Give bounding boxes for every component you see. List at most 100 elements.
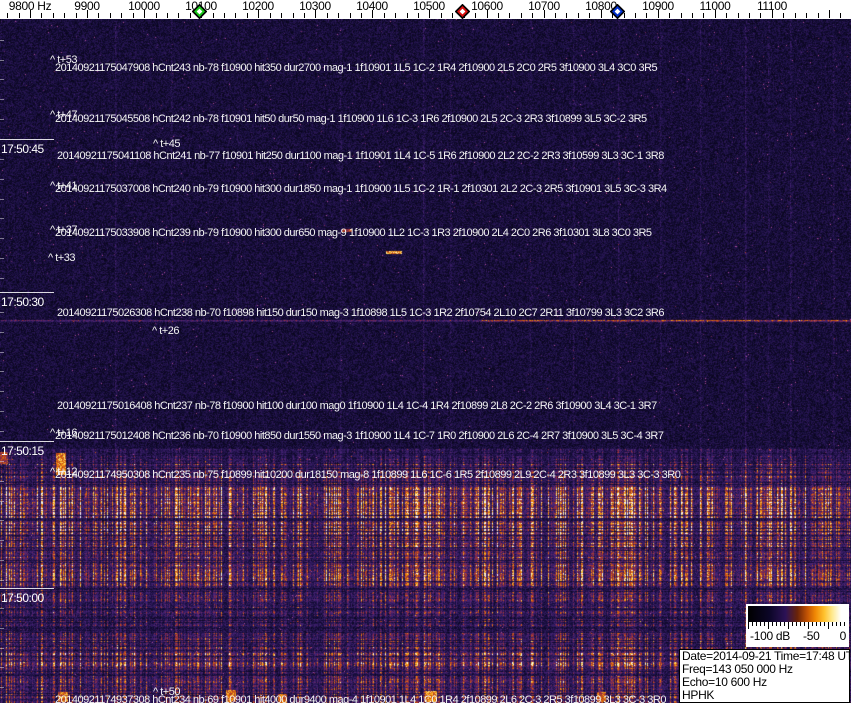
echo-log-line: 20140921174950308 hCnt235 nb-75 f10899 h…: [55, 469, 681, 481]
freq-tick: [395, 13, 396, 18]
db-tick: [800, 622, 801, 626]
freq-tick: [190, 13, 191, 18]
freq-tick: [98, 13, 99, 18]
freq-tick: [350, 13, 351, 18]
db-tick: [804, 622, 805, 626]
db-tick: [792, 622, 793, 626]
time-major-tick: [0, 139, 54, 140]
freq-tick: [235, 13, 236, 18]
freq-label: 10200: [242, 0, 274, 13]
freq-label: 9900: [74, 0, 100, 13]
frequency-scale: 9800 Hz990010000101001020010300104001050…: [0, 0, 851, 19]
time-minor-tick: [0, 560, 4, 561]
echo-log-line: 20140921175016408 hCnt237 nb-78 f10900 h…: [57, 400, 657, 412]
echo-log-line: 20140921175033908 hCnt239 nb-79 f10900 h…: [55, 227, 652, 239]
info-station-id: HPHK: [682, 688, 715, 702]
status-info-box: Date=2014-09-21 Time=17:48 UTC Freq=143 …: [679, 649, 850, 703]
time-minor-tick: [0, 332, 4, 333]
time-minor-tick: [0, 580, 4, 581]
freq-tick: [247, 13, 248, 18]
freq-tick: [646, 13, 647, 18]
freq-tick: [669, 13, 670, 18]
time-minor-tick: [0, 608, 4, 609]
time-minor-tick: [0, 40, 4, 41]
red-marker-diamond-icon[interactable]: [454, 3, 471, 20]
time-minor-tick: [0, 648, 4, 649]
db-tick: [760, 622, 761, 626]
freq-tick: [167, 13, 168, 18]
freq-tick: [281, 13, 282, 18]
time-minor-tick: [0, 687, 4, 688]
freq-tick: [156, 13, 157, 18]
time-minor-tick: [0, 371, 4, 372]
freq-label: 10600: [471, 0, 503, 13]
echo-log-line: 20140921174937308 hCnt234 nb-69 f10901 h…: [55, 694, 666, 703]
time-minor-tick: [0, 481, 4, 482]
echo-time-marker: ^ t+37: [50, 224, 77, 236]
db-label-min: -100 dB: [750, 629, 790, 643]
freq-tick: [509, 13, 510, 18]
echo-log-line: 20140921175037008 hCnt240 nb-79 f10900 h…: [55, 183, 667, 195]
time-label: 17:50:15: [1, 444, 44, 458]
echo-time-marker: ^ t+26: [152, 325, 179, 337]
time-minor-tick: [0, 258, 4, 259]
db-label-max: 0: [839, 629, 847, 643]
db-tick: [748, 622, 749, 629]
time-minor-tick: [0, 540, 4, 541]
freq-tick: [578, 13, 579, 18]
time-minor-tick: [0, 520, 4, 521]
db-scale-legend: -100 dB -50 0: [746, 604, 849, 647]
freq-label: 10300: [299, 0, 331, 13]
freq-label: 11000: [699, 0, 731, 13]
freq-tick: [76, 13, 77, 18]
echo-log-line: 20140921175012408 hCnt236 nb-70 f10900 h…: [55, 430, 664, 442]
freq-tick: [7, 13, 8, 18]
freq-tick: [19, 13, 20, 18]
freq-label: 10900: [642, 0, 674, 13]
time-major-tick: [0, 292, 54, 293]
db-tick: [764, 622, 765, 626]
green-marker-diamond-icon[interactable]: [191, 3, 208, 20]
freq-tick: [361, 13, 362, 18]
freq-label: 10000: [128, 0, 160, 13]
freq-tick: [441, 13, 442, 18]
freq-tick: [418, 13, 419, 18]
db-tick: [796, 622, 797, 626]
time-minor-tick: [0, 60, 4, 61]
time-minor-tick: [0, 431, 4, 432]
freq-tick: [703, 13, 704, 18]
freq-tick: [783, 13, 784, 18]
freq-tick: [532, 13, 533, 18]
freq-tick: [829, 10, 830, 18]
freq-label: 9800 Hz: [8, 0, 52, 13]
time-minor-tick: [0, 99, 4, 100]
db-tick: [844, 622, 845, 626]
time-minor-tick: [0, 218, 4, 219]
echo-time-marker: ^ t+41: [50, 180, 77, 192]
time-minor-tick: [0, 79, 4, 80]
echo-log-line: 20140921175041108 hCnt241 nb-77 f10901 h…: [57, 150, 664, 162]
freq-tick: [178, 13, 179, 18]
echo-time-marker: ^ t+33: [48, 252, 75, 264]
freq-label: 11100: [756, 0, 788, 13]
db-tick: [824, 622, 825, 626]
freq-tick: [384, 13, 385, 18]
freq-tick: [53, 13, 54, 18]
freq-tick: [133, 13, 134, 18]
echo-time-marker: ^ t+53: [50, 54, 77, 66]
time-minor-tick: [0, 667, 4, 668]
db-tick: [784, 622, 785, 626]
freq-tick: [213, 13, 214, 18]
db-tick: [832, 622, 833, 626]
freq-tick: [41, 13, 42, 18]
echo-log-line: 20140921175045508 hCnt242 nb-78 f10901 h…: [55, 113, 647, 125]
freq-tick: [840, 13, 841, 18]
db-gradient-bar: [748, 606, 847, 622]
echo-time-marker: ^ t+16: [50, 427, 77, 439]
freq-tick: [327, 13, 328, 18]
time-minor-tick: [0, 628, 4, 629]
freq-tick: [304, 13, 305, 18]
blue-marker-diamond-icon[interactable]: [609, 3, 626, 20]
freq-tick: [110, 13, 111, 18]
freq-tick: [121, 13, 122, 18]
